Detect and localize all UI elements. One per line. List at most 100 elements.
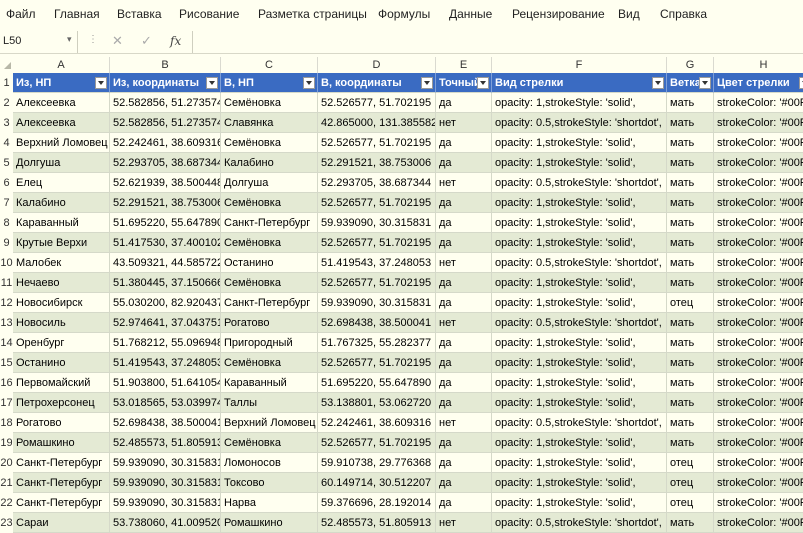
table-cell[interactable]: 51.380445, 37.150666 [110,273,221,293]
table-cell[interactable]: нет [436,413,492,433]
table-cell[interactable]: мать [667,413,714,433]
table-cell[interactable]: opacity: 1,strokeStyle: 'solid', [492,353,667,373]
table-cell[interactable]: да [436,273,492,293]
chevron-down-icon[interactable]: ▾ [67,34,72,45]
filter-dropdown-icon[interactable] [699,77,711,89]
table-cell[interactable]: мать [667,153,714,173]
table-cell[interactable]: strokeColor: '#00F [714,273,803,293]
filter-dropdown-icon[interactable] [95,77,107,89]
table-cell[interactable]: да [436,133,492,153]
table-cell[interactable]: мать [667,233,714,253]
row-number[interactable]: 4 [0,133,13,153]
column-header-g[interactable]: G [667,57,714,73]
table-cell[interactable]: да [436,393,492,413]
table-cell[interactable]: Таллы [221,393,318,413]
row-number[interactable]: 1 [0,73,13,93]
more-dots-icon[interactable]: ⋮ [88,34,98,45]
table-cell[interactable]: Рогатово [13,413,110,433]
table-cell[interactable]: 53.738060, 41.009520 [110,513,221,533]
table-cell[interactable]: opacity: 1,strokeStyle: 'solid', [492,293,667,313]
table-cell[interactable]: Алексеевка [13,113,110,133]
table-cell[interactable]: Семёновка [221,433,318,453]
column-header-b[interactable]: B [110,57,221,73]
table-cell[interactable]: opacity: 0.5,strokeStyle: 'shortdot', [492,253,667,273]
table-cell[interactable]: strokeColor: '#00F [714,233,803,253]
table-cell[interactable]: 52.526577, 51.702195 [318,193,436,213]
menu-item-8[interactable]: Рецензирование [512,7,605,21]
table-cell[interactable]: Нечаево [13,273,110,293]
table-cell[interactable]: отец [667,453,714,473]
table-cell[interactable]: 51.695220, 55.647890 [318,373,436,393]
menu-item-4[interactable]: Рисование [179,7,239,21]
table-cell[interactable]: 53.138801, 53.062720 [318,393,436,413]
table-cell[interactable]: opacity: 1,strokeStyle: 'solid', [492,233,667,253]
table-cell[interactable]: Калабино [221,153,318,173]
table-cell[interactable]: opacity: 0.5,strokeStyle: 'shortdot', [492,173,667,193]
table-cell[interactable]: opacity: 1,strokeStyle: 'solid', [492,473,667,493]
table-cell[interactable]: 52.582856, 51.273574 [110,93,221,113]
table-cell[interactable]: мать [667,393,714,413]
table-cell[interactable]: 52.293705, 38.687344 [110,153,221,173]
table-cell[interactable]: 59.910738, 29.776368 [318,453,436,473]
table-cell[interactable]: 52.485573, 51.805913 [110,433,221,453]
table-cell[interactable]: Останино [13,353,110,373]
table-cell[interactable]: да [436,93,492,113]
row-number[interactable]: 11 [0,273,13,293]
table-cell[interactable]: opacity: 1,strokeStyle: 'solid', [492,193,667,213]
table-cell[interactable]: strokeColor: '#00F [714,153,803,173]
table-cell[interactable]: Алексеевка [13,93,110,113]
row-number[interactable]: 12 [0,293,13,313]
table-cell[interactable]: мать [667,333,714,353]
table-cell[interactable]: strokeColor: '#00F [714,473,803,493]
table-cell[interactable]: отец [667,493,714,513]
column-header-h[interactable]: H [714,57,803,73]
table-cell[interactable]: да [436,353,492,373]
table-cell[interactable]: Семёновка [221,193,318,213]
row-number[interactable]: 3 [0,113,13,133]
table-cell[interactable]: Ромашкино [221,513,318,533]
insert-function-button[interactable]: fx [170,34,181,48]
table-cell[interactable]: да [436,293,492,313]
table-cell[interactable]: strokeColor: '#00F [714,133,803,153]
table-cell[interactable]: Семёновка [221,353,318,373]
table-cell[interactable]: Долгуша [221,173,318,193]
table-cell[interactable]: мать [667,313,714,333]
table-cell[interactable]: strokeColor: '#00F [714,93,803,113]
row-number[interactable]: 15 [0,353,13,373]
row-number[interactable]: 9 [0,233,13,253]
table-cell[interactable]: 51.695220, 55.647890 [110,213,221,233]
table-cell[interactable]: strokeColor: '#00F [714,113,803,133]
header-cell[interactable]: Точный [436,73,492,93]
table-cell[interactable]: Нарва [221,493,318,513]
table-cell[interactable]: 59.939090, 30.315831 [110,453,221,473]
table-cell[interactable]: opacity: 1,strokeStyle: 'solid', [492,93,667,113]
table-cell[interactable]: strokeColor: '#00F [714,373,803,393]
table-cell[interactable]: 51.419543, 37.248053 [110,353,221,373]
table-cell[interactable]: strokeColor: '#00F [714,493,803,513]
table-cell[interactable]: Семёновка [221,233,318,253]
table-cell[interactable]: opacity: 1,strokeStyle: 'solid', [492,433,667,453]
table-cell[interactable]: opacity: 0.5,strokeStyle: 'shortdot', [492,413,667,433]
row-number[interactable]: 10 [0,253,13,273]
formula-input[interactable] [192,31,803,53]
table-cell[interactable]: strokeColor: '#00F [714,193,803,213]
table-cell[interactable]: 52.526577, 51.702195 [318,273,436,293]
table-cell[interactable]: Верхний Ломовец [13,133,110,153]
table-cell[interactable]: strokeColor: '#00F [714,513,803,533]
table-cell[interactable]: да [436,373,492,393]
table-cell[interactable]: opacity: 1,strokeStyle: 'solid', [492,273,667,293]
table-cell[interactable]: Караванный [221,373,318,393]
table-cell[interactable]: да [436,333,492,353]
table-cell[interactable]: strokeColor: '#00F [714,433,803,453]
table-cell[interactable]: Крутые Верхи [13,233,110,253]
table-cell[interactable]: нет [436,173,492,193]
menu-item-5[interactable]: Разметка страницы [258,7,367,21]
header-cell[interactable]: Ветка [667,73,714,93]
table-cell[interactable]: Санкт-Петербург [13,453,110,473]
table-cell[interactable]: мать [667,353,714,373]
table-cell[interactable]: 52.582856, 51.273574 [110,113,221,133]
filter-dropdown-icon[interactable] [799,77,803,89]
table-cell[interactable]: 52.291521, 38.753006 [110,193,221,213]
row-number[interactable]: 7 [0,193,13,213]
table-cell[interactable]: нет [436,253,492,273]
